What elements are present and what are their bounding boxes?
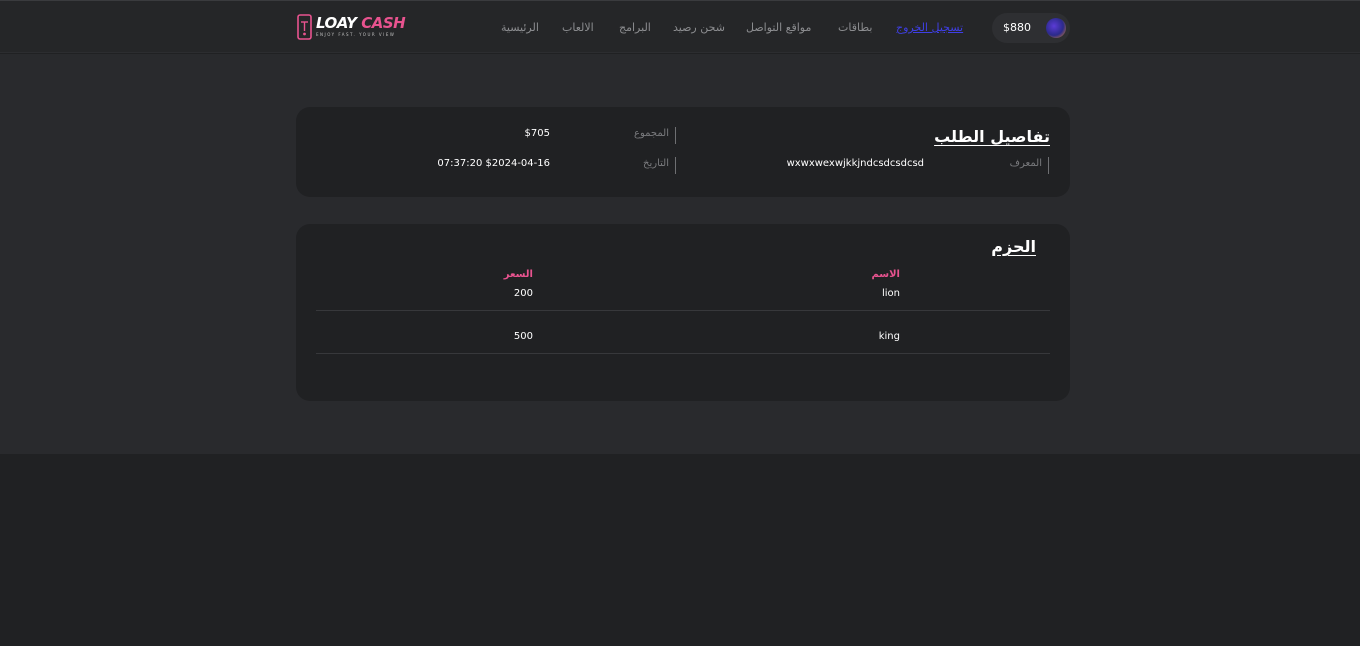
id-label: المعرف [1009, 158, 1042, 169]
row-2-price: 500 [513, 331, 533, 342]
brand-logo[interactable]: LOAY CASH ENJOY FAST. YOUR VIEW [296, 13, 406, 41]
date-separator [675, 157, 676, 174]
balance-amount: $880 [1003, 21, 1031, 34]
brand-tagline: ENJOY FAST. YOUR VIEW [316, 32, 396, 37]
brand-name-part1: LOAY [316, 14, 357, 32]
total-label: المجموع [634, 128, 669, 139]
order-details-title: تفاصيل الطلب [934, 127, 1050, 146]
id-value: wxwxwexwjkkjndcsdcsdcsd [786, 158, 924, 169]
date-label: التاريخ [643, 158, 669, 169]
nav-games[interactable]: الالعاب [562, 21, 594, 34]
nav-programs[interactable]: البرامج [619, 21, 651, 34]
nav-home[interactable]: الرئيسية [501, 21, 539, 34]
nav-logout[interactable]: تسجيل الخروج [896, 21, 963, 34]
row-2-divider [316, 353, 1050, 354]
row-1-divider [316, 310, 1050, 311]
brand-name-part2: CASH [361, 14, 406, 32]
packages-card: الحزم الاسم السعر lion 200 king 500 [296, 224, 1070, 401]
id-separator [1048, 157, 1049, 174]
brand-name: LOAY CASH [316, 14, 406, 32]
avatar[interactable] [1046, 18, 1066, 38]
packages-title: الحزم [991, 237, 1036, 256]
row-1-price: 200 [513, 288, 533, 299]
nav-cards[interactable]: بطاقات [838, 21, 872, 34]
total-value: $705 [524, 128, 550, 139]
nav-topup[interactable]: شحن رصيد [673, 21, 725, 34]
column-header-name: الاسم [871, 269, 900, 280]
nav-social[interactable]: مواقع التواصل [746, 21, 811, 34]
logo-icon [297, 14, 312, 40]
total-separator [675, 127, 676, 144]
main-section: تفاصيل الطلب المجموع $705 المعرف wxwxwex… [0, 54, 1360, 454]
date-value: 07:37:20 $2024-04-16 [437, 158, 550, 169]
row-1-name: lion [881, 288, 900, 299]
column-header-price: السعر [503, 269, 533, 280]
header: LOAY CASH ENJOY FAST. YOUR VIEW الرئيسية… [0, 1, 1360, 53]
row-2-name: king [878, 331, 900, 342]
order-details-card: تفاصيل الطلب المجموع $705 المعرف wxwxwex… [296, 107, 1070, 197]
balance-pill[interactable]: $880 [992, 13, 1070, 43]
